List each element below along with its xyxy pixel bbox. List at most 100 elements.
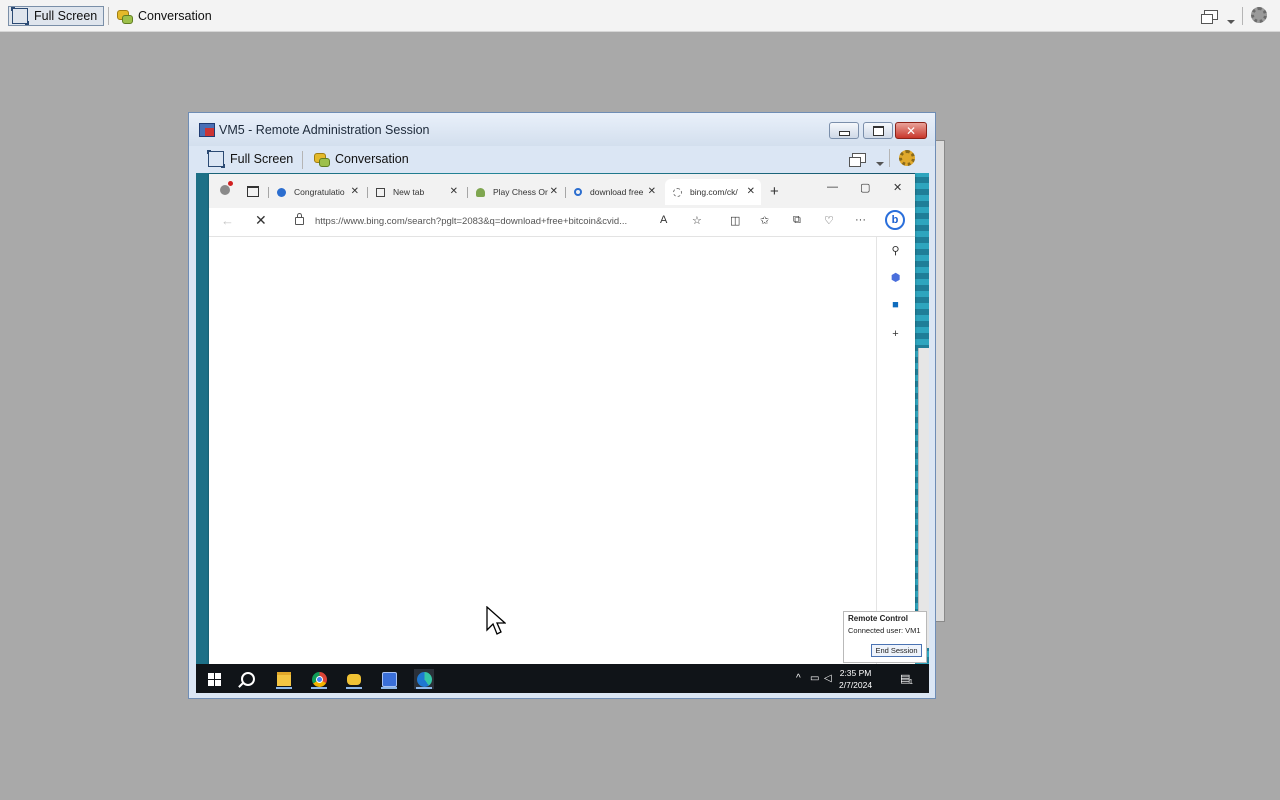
minimize-button[interactable] (829, 122, 859, 139)
tab-close-icon[interactable]: ✕ (450, 186, 458, 197)
browser-maximize-button[interactable]: ▢ (860, 181, 870, 194)
tab-label: Congratulatio (294, 187, 345, 197)
start-button[interactable] (204, 669, 224, 689)
bing-copilot-icon[interactable]: b (885, 210, 905, 230)
conversation-button[interactable]: Conversation (116, 6, 212, 26)
full-screen-button[interactable]: Full Screen (8, 6, 104, 26)
taskbar-chat-app[interactable] (344, 669, 364, 689)
outlook-icon[interactable]: ■ (889, 299, 902, 312)
display-select-button[interactable] (1201, 10, 1218, 24)
mouse-cursor-icon (486, 606, 506, 635)
session-toolbar: Full Screen Conversation (196, 146, 928, 170)
tab-label: Play Chess Or (493, 187, 548, 197)
fullscreen-icon (207, 150, 225, 168)
back-arrow-icon[interactable]: ← (221, 213, 234, 228)
window-shadow (935, 140, 945, 622)
browser-close-button[interactable]: ✕ (893, 181, 902, 194)
session-display-button[interactable] (849, 153, 866, 167)
window-titlebar[interactable]: VM5 - Remote Administration Session ✕ (189, 113, 935, 146)
conversation-icon (116, 8, 133, 24)
tab-label: download free (590, 187, 644, 197)
gear-icon (1251, 7, 1267, 23)
tab-download-free[interactable]: download free ✕ (566, 179, 662, 205)
more-options-icon[interactable]: ··· (855, 214, 866, 226)
maximize-button[interactable] (863, 122, 893, 139)
split-screen-icon[interactable]: ◫ (730, 214, 740, 227)
window-title: VM5 - Remote Administration Session (219, 123, 430, 137)
remote-control-icon (381, 671, 397, 687)
conversation-icon (313, 151, 330, 167)
edge-icon (416, 671, 432, 687)
display-dropdown-caret[interactable] (1227, 13, 1235, 27)
taskbar-clock[interactable]: 2:35 PM 2/7/2024 (839, 667, 872, 691)
clock-time: 2:35 PM (839, 668, 872, 678)
chat-bubble-icon (347, 673, 361, 685)
full-screen-label: Full Screen (34, 9, 98, 23)
edge-sidebar: ⚲ ⬢ ■ + (877, 237, 915, 664)
maximize-icon (872, 125, 884, 136)
tab-label: bing.com/ck/ (690, 187, 738, 197)
loading-icon (673, 187, 682, 197)
tab-new-tab[interactable]: New tab ✕ (368, 179, 464, 205)
tray-overflow-icon[interactable]: ^ (796, 673, 801, 684)
toolbar-divider (302, 151, 303, 169)
monitor-icon (849, 153, 866, 167)
url-text[interactable]: https://www.bing.com/search?pglt=2083&q=… (315, 216, 627, 227)
lock-icon[interactable] (295, 213, 304, 225)
remote-desktop-view[interactable]: Congratulatio ✕ New tab ✕ Play Chess Or … (196, 173, 929, 693)
edge-browser-window: Congratulatio ✕ New tab ✕ Play Chess Or … (209, 174, 915, 664)
tab-congratulations[interactable]: Congratulatio ✕ (269, 179, 365, 205)
session-full-screen-button[interactable]: Full Screen (207, 149, 293, 169)
favorites-icon[interactable]: ✩ (760, 214, 769, 227)
new-tab-button[interactable]: + (770, 183, 779, 200)
favorite-star-icon[interactable]: ☆ (692, 214, 702, 227)
end-session-button[interactable]: End Session (871, 644, 922, 657)
chevron-down-icon (876, 162, 884, 166)
outer-toolbar: Full Screen Conversation (0, 0, 1280, 32)
session-display-caret[interactable] (876, 155, 884, 169)
tab-close-icon[interactable]: ✕ (747, 186, 755, 197)
toolbar-divider (889, 149, 890, 167)
minimize-icon (838, 130, 850, 136)
volume-muted-icon[interactable]: ◁ (824, 673, 832, 684)
tab-bing-active[interactable]: bing.com/ck/ ✕ (665, 179, 761, 205)
network-icon[interactable]: ▭ (810, 673, 819, 684)
taskbar-chrome[interactable] (309, 669, 329, 689)
session-conversation-label: Conversation (335, 152, 409, 166)
close-button[interactable]: ✕ (895, 122, 927, 139)
add-sidebar-app-icon[interactable]: + (889, 328, 902, 341)
settings-button[interactable] (1251, 7, 1267, 23)
browser-essentials-icon[interactable]: ♡ (824, 214, 834, 227)
session-settings-button[interactable] (899, 150, 915, 166)
monitor-icon (1201, 10, 1218, 24)
read-aloud-icon[interactable]: A (660, 214, 667, 226)
conversation-label: Conversation (138, 9, 212, 23)
session-conversation-button[interactable]: Conversation (313, 149, 409, 169)
clock-date: 2/7/2024 (839, 680, 873, 690)
chrome-icon (311, 671, 327, 687)
taskbar-remote-control[interactable] (379, 669, 399, 689)
chess-pawn-icon (476, 187, 485, 197)
taskbar-search-button[interactable] (238, 669, 258, 689)
tab-play-chess[interactable]: Play Chess Or ✕ (468, 179, 564, 205)
tab-close-icon[interactable]: ✕ (550, 186, 558, 197)
windows-taskbar: ^ ▭ ◁ 2:35 PM 2/7/2024 ▤ 1 (196, 664, 929, 693)
fullscreen-icon (11, 7, 29, 25)
web-page-content[interactable] (209, 237, 877, 664)
link-icon (277, 187, 286, 197)
taskbar-file-explorer[interactable] (274, 669, 294, 689)
tab-close-icon[interactable]: ✕ (648, 186, 656, 197)
newtab-icon (376, 187, 385, 197)
browser-minimize-button[interactable]: — (827, 181, 838, 193)
shopping-icon[interactable]: ⬢ (889, 272, 902, 285)
tab-close-icon[interactable]: ✕ (351, 186, 359, 197)
tab-actions-icon[interactable] (247, 186, 259, 197)
profile-icon[interactable] (220, 181, 233, 195)
chevron-down-icon (1227, 20, 1235, 24)
stop-loading-icon[interactable]: ✕ (255, 212, 267, 229)
collections-icon[interactable]: ⧉ (793, 214, 801, 227)
background-window-scrollbar (918, 348, 929, 648)
taskbar-edge[interactable] (414, 669, 434, 689)
address-toolbar: ← ✕ https://www.bing.com/search?pglt=208… (209, 208, 915, 237)
search-icon[interactable]: ⚲ (889, 245, 902, 258)
